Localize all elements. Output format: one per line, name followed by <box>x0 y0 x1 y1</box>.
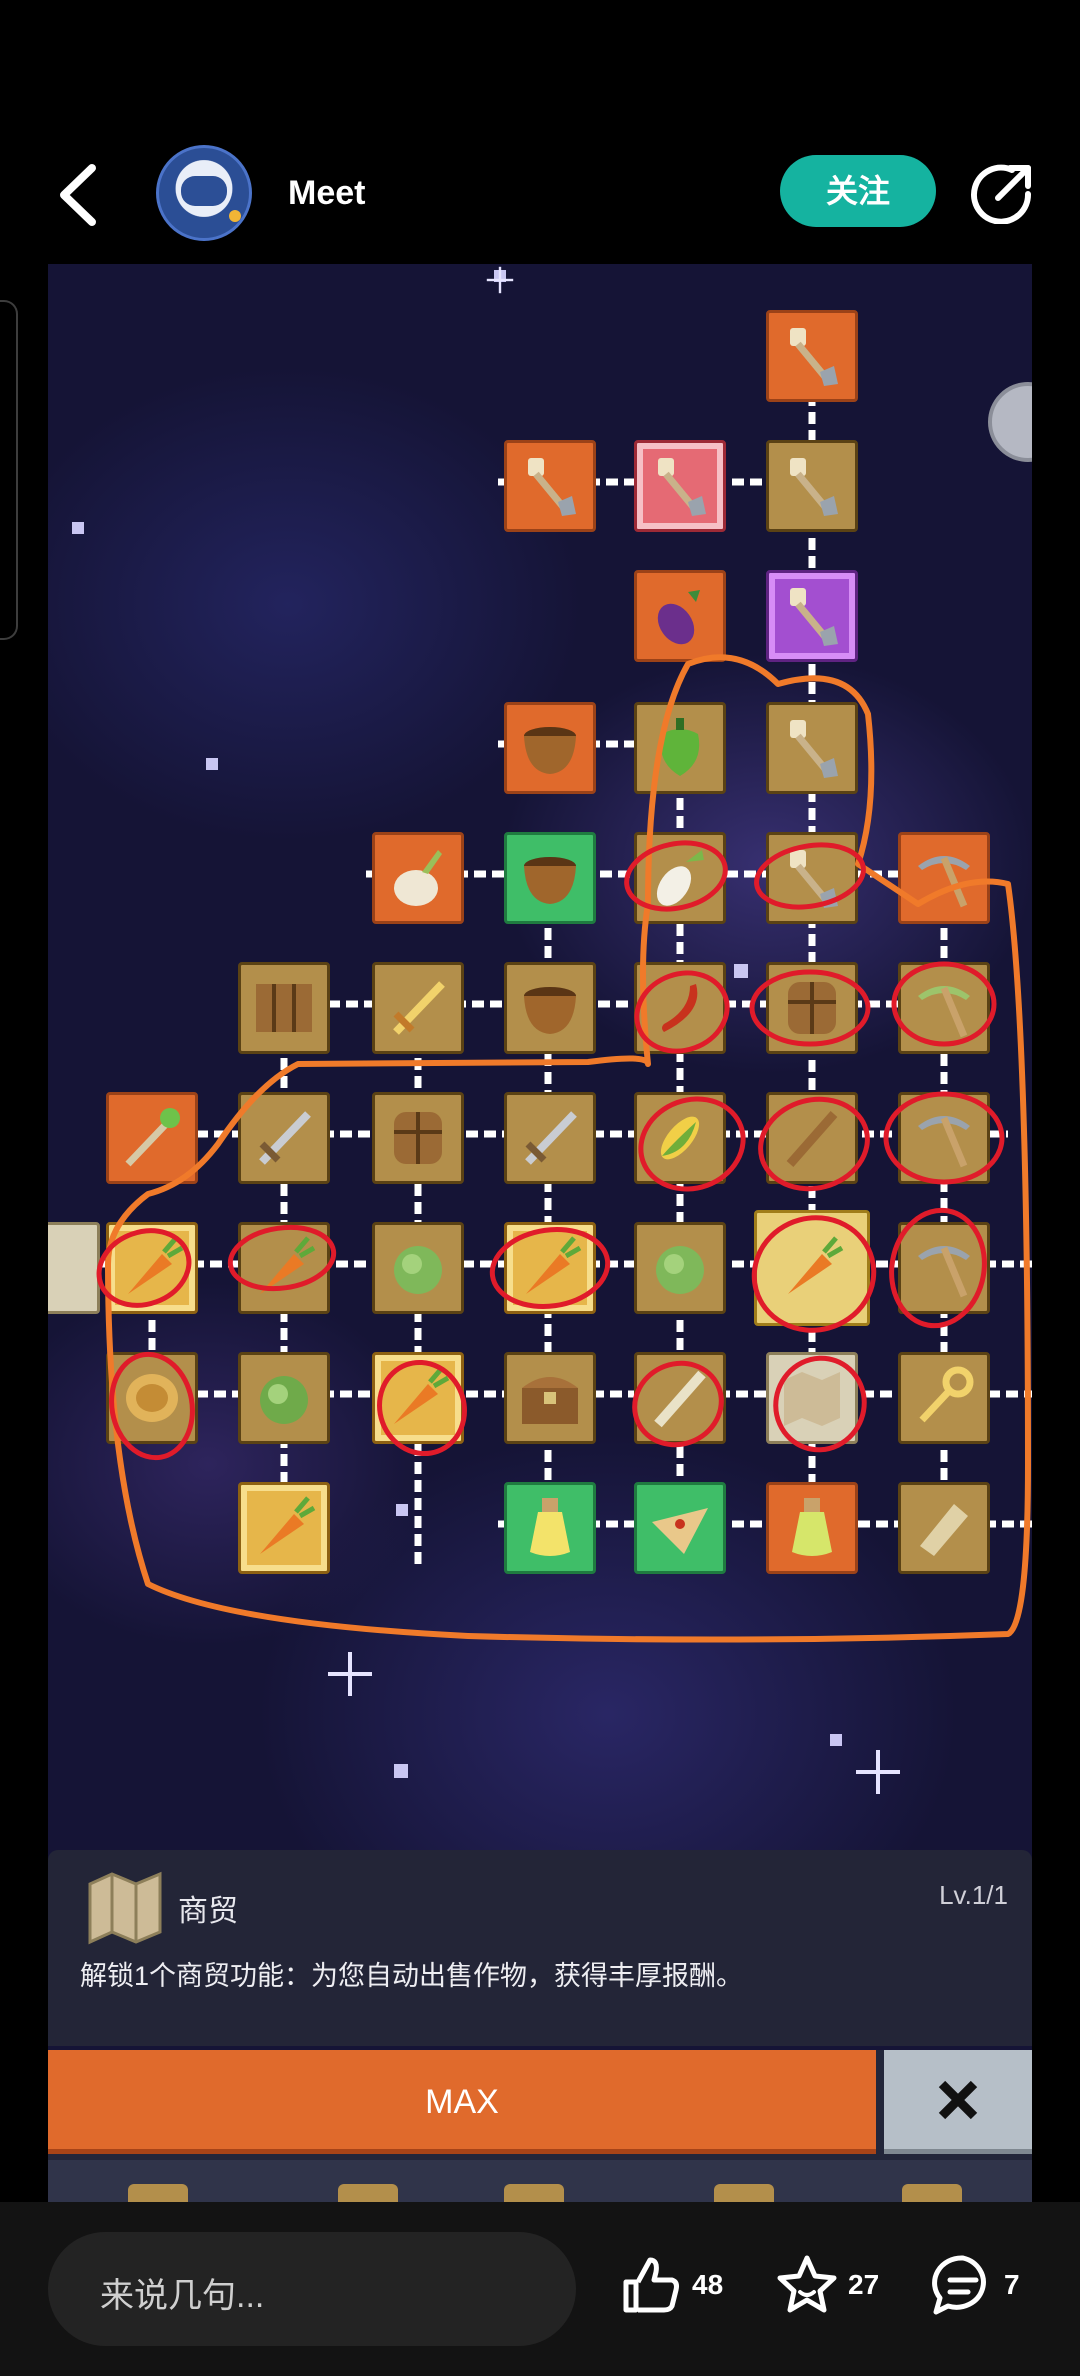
max-level-button[interactable]: MAX <box>48 2050 876 2154</box>
game-tab-icon[interactable] <box>714 2184 774 2202</box>
skill-title: 商贸 <box>178 1895 238 1928</box>
back-arrow-icon[interactable] <box>52 162 112 228</box>
author-avatar[interactable] <box>156 145 252 241</box>
game-tab-icon[interactable] <box>902 2184 962 2202</box>
game-tab-icon[interactable] <box>504 2184 564 2202</box>
comment-input[interactable]: 来说几句... <box>48 2232 576 2346</box>
favorite-count: 27 <box>848 2269 880 2300</box>
skill-description: 解锁1个商贸功能：为您自动出售作物，获得丰厚报酬。 <box>80 1961 744 1991</box>
comment-button[interactable]: 7 <box>930 2250 1020 2320</box>
author-name[interactable]: Meet <box>288 174 365 213</box>
top-nav-bar: Meet 关注 <box>0 140 1080 250</box>
star-outline-icon <box>777 2255 837 2313</box>
share-icon[interactable] <box>968 164 1034 224</box>
skill-info-panel: 商贸 Lv.1/1 解锁1个商贸功能：为您自动出售作物，获得丰厚报酬。 <box>48 1850 1032 2046</box>
trade-map-icon <box>88 1871 162 1945</box>
game-bottom-tabs <box>48 2160 1032 2202</box>
close-icon <box>938 2080 978 2119</box>
skill-action-row: MAX <box>48 2050 1032 2160</box>
skill-level: Lv.1/1 <box>939 1880 1008 1910</box>
thumbs-up-icon <box>623 2257 679 2313</box>
follow-button[interactable]: 关注 <box>780 155 936 227</box>
favorite-button[interactable]: 27 <box>774 2250 879 2320</box>
comment-placeholder: 来说几句... <box>100 2277 265 2315</box>
game-tab-icon[interactable] <box>338 2184 398 2202</box>
close-panel-button[interactable] <box>884 2050 1032 2154</box>
comment-count: 7 <box>1004 2269 1020 2300</box>
comment-bubble-icon <box>932 2255 986 2315</box>
bottom-interaction-bar: 来说几句... 48 27 7 <box>0 2202 1080 2376</box>
side-drawer-handle[interactable] <box>0 300 18 640</box>
game-tab-icon[interactable] <box>128 2184 188 2202</box>
like-button[interactable]: 48 <box>618 2250 723 2320</box>
like-count: 48 <box>692 2269 724 2300</box>
